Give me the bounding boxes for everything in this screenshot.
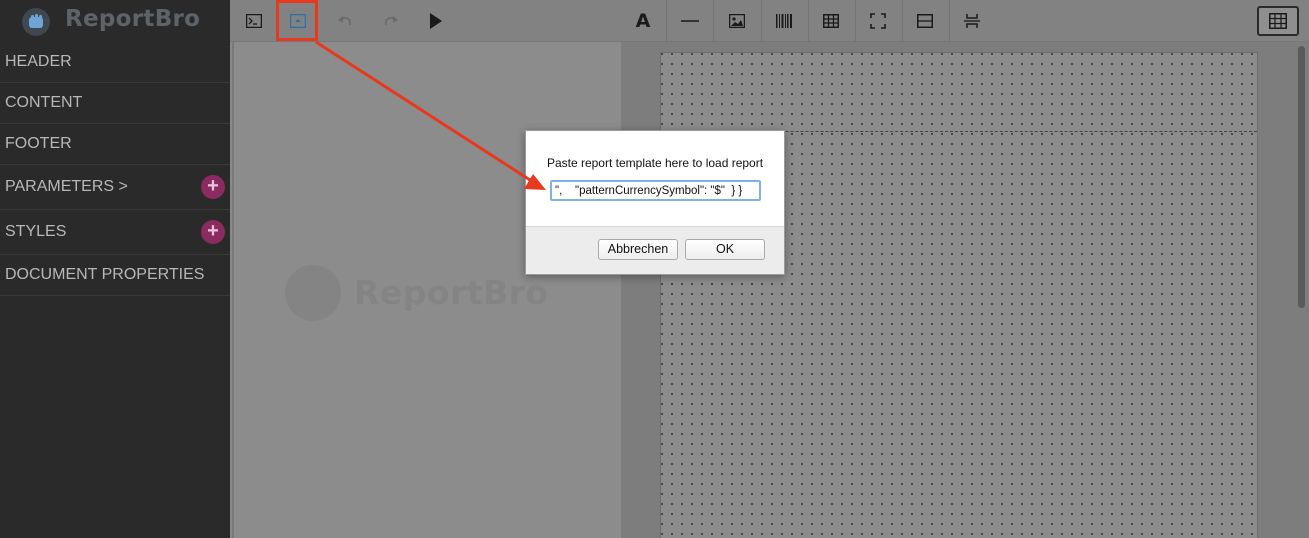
cancel-button[interactable]: Abbrechen	[598, 239, 678, 260]
frame-icon[interactable]	[860, 4, 896, 38]
sidebar-item-header[interactable]: HEADER	[0, 42, 230, 83]
grid-toggle-button[interactable]	[1257, 6, 1299, 36]
barcode-icon[interactable]	[766, 4, 802, 38]
sidebar-item-label: DOCUMENT PROPERTIES	[5, 266, 205, 283]
image-icon[interactable]	[719, 4, 755, 38]
sidebar-item-label: STYLES	[5, 223, 67, 240]
table-icon[interactable]	[813, 4, 849, 38]
logo-text: ReportBro	[65, 6, 201, 32]
sidebar-item-document-properties[interactable]: DOCUMENT PROPERTIES	[0, 255, 230, 296]
toolbar: A	[230, 0, 1309, 42]
dialog-message: Paste report template here to load repor…	[546, 156, 764, 170]
terminal-icon[interactable]	[236, 4, 272, 38]
sidebar-item-label: FOOTER	[5, 135, 72, 152]
reportbro-logo-icon	[22, 8, 50, 36]
sidebar: ReportBro HEADER CONTENT FOOTER PARAMETE…	[0, 0, 230, 538]
sidebar-item-label: HEADER	[5, 53, 72, 70]
toolbar-divider	[666, 0, 667, 42]
sidebar-item-footer[interactable]: FOOTER	[0, 124, 230, 165]
sidebar-item-content[interactable]: CONTENT	[0, 83, 230, 124]
report-template-input[interactable]	[550, 180, 761, 201]
undo-icon[interactable]	[327, 4, 363, 38]
grid-icon	[1269, 13, 1287, 29]
text-icon[interactable]: A	[625, 4, 661, 38]
document-page[interactable]	[660, 52, 1258, 538]
redo-icon[interactable]	[373, 4, 409, 38]
vertical-scrollbar[interactable]	[1298, 46, 1305, 308]
logo: ReportBro	[0, 0, 230, 42]
dialog-body: Paste report template here to load repor…	[526, 131, 784, 226]
play-icon[interactable]	[418, 4, 454, 38]
toolbar-divider	[808, 0, 809, 42]
watermark-logo-icon	[285, 265, 341, 321]
dialog-footer: Abbrechen OK	[526, 226, 784, 274]
page-break-icon[interactable]	[954, 4, 990, 38]
toolbar-divider	[949, 0, 950, 42]
toolbar-divider	[761, 0, 762, 42]
sidebar-item-label: CONTENT	[5, 94, 83, 111]
section-icon[interactable]	[907, 4, 943, 38]
add-style-button[interactable]: +	[201, 220, 225, 244]
highlight-box	[276, 0, 318, 41]
sidebar-item-styles[interactable]: STYLES +	[0, 210, 230, 255]
load-report-dialog: Paste report template here to load repor…	[525, 130, 785, 275]
ok-button[interactable]: OK	[685, 239, 765, 260]
toolbar-divider	[902, 0, 903, 42]
line-icon[interactable]	[672, 4, 708, 38]
toolbar-divider	[713, 0, 714, 42]
add-parameter-button[interactable]: +	[201, 175, 225, 199]
watermark-text: ReportBro	[354, 273, 549, 312]
sidebar-item-parameters[interactable]: PARAMETERS > +	[0, 165, 230, 210]
toolbar-divider	[855, 0, 856, 42]
sidebar-item-label: PARAMETERS >	[5, 178, 128, 195]
